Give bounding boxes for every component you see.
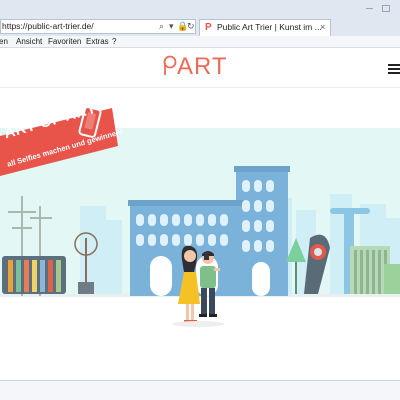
browser-tab-active[interactable]: P Public Art Trier | Kunst im ... × [199, 19, 331, 36]
address-bar[interactable]: https://public-art-trier.de/ ⌕ ▾ 🔒 ↻ [0, 19, 196, 34]
close-icon[interactable]: × [320, 20, 325, 35]
hero-illustration [0, 88, 400, 380]
window-frame-decor [336, 0, 400, 19]
favicon-icon: P [205, 22, 212, 33]
address-url: https://public-art-trier.de/ [2, 21, 94, 31]
menu-item-favorites[interactable]: Favoriten [48, 36, 81, 47]
reload-icon[interactable]: ↻ [187, 20, 195, 33]
people-shadow [172, 321, 224, 327]
menu-item-extras[interactable]: Extras [86, 36, 109, 47]
logo-pin-icon [163, 55, 177, 75]
menu-item-view[interactable]: Ansicht [16, 36, 42, 47]
logo-text: ART [177, 53, 228, 80]
hamburger-menu-icon[interactable] [388, 64, 400, 74]
tab-title: Public Art Trier | Kunst im ... [217, 22, 322, 32]
menu-item-help[interactable]: ? [112, 36, 116, 47]
menu-item-file[interactable]: en [0, 36, 8, 47]
browser-status-bar [0, 380, 400, 400]
site-logo[interactable]: ART [163, 53, 228, 81]
menu-bar: en Ansicht Favoriten Extras ? [0, 36, 400, 48]
search-icon[interactable]: ⌕ [159, 20, 164, 33]
chevron-down-icon[interactable]: ▾ [169, 20, 174, 33]
